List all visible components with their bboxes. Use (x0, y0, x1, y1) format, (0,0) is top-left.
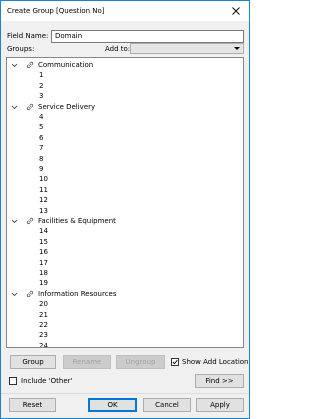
tree-item[interactable]: 2 (39, 82, 43, 90)
field-name-label: Field Name: (7, 32, 49, 40)
chevron-down-icon (234, 47, 240, 50)
apply-button[interactable]: Apply (196, 398, 244, 412)
link-icon (26, 61, 34, 69)
tree-group-label: Facilities & Equipment (38, 217, 116, 225)
window-title: Create Group [Question No] (7, 7, 105, 15)
tree-item[interactable]: 7 (39, 144, 43, 152)
tree-item[interactable]: 22 (39, 321, 48, 329)
close-button[interactable] (223, 1, 249, 21)
tree-group-row[interactable]: Facilities & Equipment (7, 216, 243, 227)
show-add-location-label: Show Add Location (182, 358, 249, 366)
chevron-down-icon[interactable] (11, 62, 18, 69)
tree-group-row[interactable]: Communication (7, 60, 243, 71)
find-button[interactable]: Find >> (195, 374, 244, 388)
link-icon (26, 103, 34, 110)
tree-item[interactable]: 8 (39, 155, 43, 163)
reset-button[interactable]: Reset (9, 398, 56, 412)
tree-item[interactable]: 15 (39, 238, 48, 246)
tree-item[interactable]: 18 (39, 269, 48, 277)
divider (1, 393, 249, 394)
tree-item[interactable]: 16 (39, 248, 48, 256)
tree-item[interactable]: 24 (39, 342, 48, 347)
checkmark-icon (172, 359, 178, 365)
ungroup-button[interactable]: Ungroup (116, 355, 165, 369)
tree-group-label: Communication (38, 61, 94, 69)
tree-item[interactable]: 4 (39, 113, 43, 121)
group-button[interactable]: Group (10, 355, 56, 369)
chevron-down-icon[interactable] (11, 104, 18, 111)
tree-item[interactable]: 6 (39, 134, 43, 142)
tree-item[interactable]: 3 (39, 92, 43, 100)
field-name-input[interactable]: Domain (51, 30, 244, 43)
tree-item[interactable]: 21 (39, 311, 48, 319)
tree-item[interactable]: 10 (39, 175, 48, 183)
link-icon (26, 217, 34, 225)
groups-label: Groups: (7, 45, 35, 53)
tree-item[interactable]: 19 (39, 279, 48, 287)
title-bar: Create Group [Question No] (1, 1, 249, 21)
tree-item[interactable]: 9 (39, 165, 43, 173)
tree-item[interactable]: 11 (39, 186, 48, 194)
tree-item[interactable]: 13 (39, 207, 48, 215)
tree-item[interactable]: 23 (39, 331, 48, 339)
cancel-button[interactable]: Cancel (143, 398, 191, 412)
include-other-checkbox[interactable] (9, 377, 17, 385)
close-icon (232, 7, 240, 15)
tree-group-label: Service Delivery (38, 102, 96, 111)
tree-group-row[interactable]: Service Delivery (7, 102, 243, 113)
tree-item[interactable]: 1 (39, 71, 43, 79)
link-icon (26, 290, 34, 297)
include-other-label: Include 'Other' (21, 377, 73, 385)
tree-item[interactable]: 20 (39, 300, 48, 308)
create-group-dialog: Create Group [Question No] Field Name: D… (0, 0, 250, 419)
tree-item[interactable]: 17 (39, 259, 48, 267)
chevron-down-icon[interactable] (11, 218, 18, 225)
tree-group-row[interactable]: Information Resources (7, 289, 243, 300)
tree-item[interactable]: 5 (39, 123, 43, 131)
tree-group-label: Information Resources (38, 289, 117, 298)
add-to-label: Add to: (105, 45, 131, 53)
add-to-dropdown[interactable] (130, 43, 244, 54)
ok-button[interactable]: OK (88, 398, 137, 412)
chevron-down-icon[interactable] (11, 291, 18, 298)
show-add-location-checkbox[interactable] (171, 358, 179, 366)
groups-tree[interactable]: Communication 1 2 3 Service Delivery 4 5 6 7 8 9 10… (6, 57, 244, 348)
tree-item[interactable]: 12 (39, 196, 48, 204)
tree-item[interactable]: 14 (39, 227, 48, 235)
rename-button[interactable]: Rename (63, 355, 111, 369)
